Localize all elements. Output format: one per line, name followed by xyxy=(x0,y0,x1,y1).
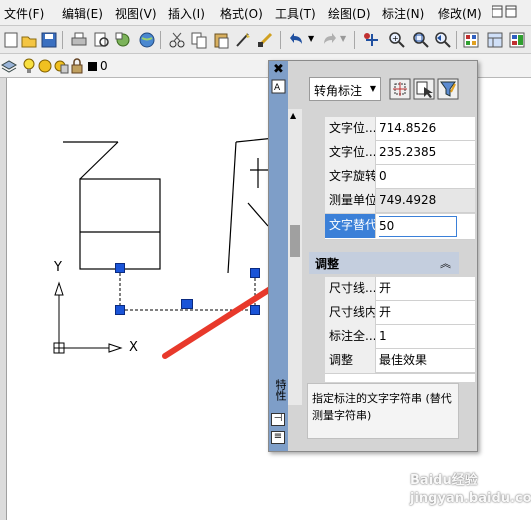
property-description: 指定标注的文字字符串 (替代测量字符串) xyxy=(307,383,459,439)
object-type-select[interactable]: 转角标注 ▼ xyxy=(309,77,381,101)
print-icon[interactable] xyxy=(70,31,88,49)
preview-icon[interactable] xyxy=(92,31,110,49)
palette-menu-icon[interactable]: ≡ xyxy=(271,431,285,444)
prop-row[interactable]: 调整 最佳效果 xyxy=(325,349,475,373)
toggle-pickadd-icon[interactable] xyxy=(389,78,411,100)
menu-draw[interactable]: 绘图(D) xyxy=(328,5,371,22)
quick-select-icon[interactable] xyxy=(437,78,459,100)
save-icon[interactable] xyxy=(40,31,58,49)
cut-icon[interactable] xyxy=(168,31,186,49)
current-layer-name[interactable]: 0 xyxy=(100,59,108,73)
prop-value[interactable]: 1 xyxy=(379,325,473,349)
prop-value[interactable]: 0 xyxy=(379,165,473,189)
left-edge-bar xyxy=(0,78,7,520)
prop-row[interactable]: 文字位... 714.8526 xyxy=(325,117,475,141)
design-center-icon[interactable] xyxy=(486,31,504,49)
properties-icon[interactable] xyxy=(462,31,480,49)
pan-icon[interactable] xyxy=(362,31,380,49)
menu-view[interactable]: 视图(V) xyxy=(115,5,157,22)
prop-row[interactable]: 测量单位 749.4928 xyxy=(325,189,475,213)
globe-icon[interactable] xyxy=(138,31,156,49)
prop-row[interactable]: 尺寸线... 开 xyxy=(325,277,475,301)
section-title: 调整 xyxy=(315,257,340,271)
watermark-text: Baidu经验 jingyan.baidu.com xyxy=(410,473,531,506)
undo-icon[interactable] xyxy=(288,31,306,49)
prop-value-field[interactable]: 50 xyxy=(379,215,473,239)
chevron-down-icon: ▼ xyxy=(369,84,376,93)
prop-value: 749.4928 xyxy=(379,193,437,207)
menu-insert[interactable]: 插入(I) xyxy=(168,5,205,22)
properties-palette: ✖ A 特性 ⊣ ≡ ▲ 转角标注 ▼ 文字位... 714.8526 文字位.… xyxy=(268,60,478,452)
publish-icon[interactable] xyxy=(114,31,132,49)
menu-edit[interactable]: 编辑(E) xyxy=(62,5,103,22)
scroll-up-icon[interactable]: ▲ xyxy=(290,111,296,120)
prop-value[interactable]: 最佳效果 xyxy=(379,349,473,373)
prop-label: 文字旋转 xyxy=(325,165,376,189)
prop-label: 调整 xyxy=(325,349,376,373)
zoom-window-icon[interactable] xyxy=(412,31,430,49)
select-objects-icon[interactable] xyxy=(413,78,435,100)
undo-dropdown-icon[interactable]: ▼ xyxy=(308,34,314,43)
text-override-input[interactable]: 50 xyxy=(379,216,457,237)
grip-handle[interactable] xyxy=(115,305,125,315)
menu-format[interactable]: 格式(O) xyxy=(220,5,263,22)
grip-handle[interactable] xyxy=(250,268,260,278)
paste-icon[interactable] xyxy=(212,31,230,49)
copy-icon[interactable] xyxy=(190,31,208,49)
layer-manager-icon[interactable] xyxy=(0,57,18,75)
prop-value[interactable]: 714.8526 xyxy=(379,117,473,141)
zoom-previous-icon[interactable] xyxy=(434,31,452,49)
prop-row[interactable]: 文字位... 235.2385 xyxy=(325,141,475,165)
zoom-realtime-icon[interactable]: + xyxy=(388,31,406,49)
object-type-value: 转角标注 xyxy=(314,84,363,98)
prop-label: 文字位... xyxy=(325,141,376,165)
prop-row[interactable]: 标注全... 1 xyxy=(325,325,475,349)
prop-label: 尺寸线内 xyxy=(325,301,376,325)
prop-value[interactable]: 开 xyxy=(379,301,473,325)
autohide-icon[interactable]: A xyxy=(271,79,286,94)
palette-title-label: 特性 xyxy=(274,379,287,401)
section-header[interactable]: 调整 ︽ xyxy=(309,252,459,274)
prop-value[interactable]: 235.2385 xyxy=(379,141,473,165)
redo-icon[interactable] xyxy=(320,31,338,49)
menu-dimension[interactable]: 标注(N) xyxy=(382,5,424,22)
watermark: Baidu经验 jingyan.baidu.com xyxy=(410,472,531,516)
prop-label: 文字位... xyxy=(325,117,376,141)
ucs-x-label: X xyxy=(129,340,138,355)
match-properties-icon[interactable] xyxy=(234,31,252,49)
menu-window-partial[interactable] xyxy=(491,5,528,22)
tool-palettes-icon[interactable] xyxy=(508,31,526,49)
block-editor-icon[interactable] xyxy=(256,31,274,49)
new-file-icon[interactable] xyxy=(2,31,20,49)
svg-text:+: + xyxy=(392,34,399,43)
redo-dropdown-icon[interactable]: ▼ xyxy=(340,34,346,43)
menu-tools[interactable]: 工具(T) xyxy=(275,5,316,22)
standard-toolbar: ▼ ▼ + xyxy=(0,26,531,54)
grip-handle[interactable] xyxy=(181,299,193,309)
prop-row-cut xyxy=(325,373,475,382)
panel-toggle-icon[interactable]: ⊣ xyxy=(271,413,285,426)
prop-label: 尺寸线... xyxy=(325,277,376,301)
menu-modify[interactable]: 修改(M) xyxy=(438,5,482,22)
menu-bar: 文件(F) 编辑(E) 视图(V) 插入(I) 格式(O) 工具(T) 绘图(D… xyxy=(0,0,531,26)
prop-label: 文字替代 xyxy=(325,214,376,238)
prop-row[interactable]: 文字旋转 0 xyxy=(325,165,475,189)
palette-scrollbar[interactable]: ▲ xyxy=(288,109,302,405)
scroll-thumb[interactable] xyxy=(290,225,300,257)
grip-handle[interactable] xyxy=(250,305,260,315)
prop-value[interactable]: 开 xyxy=(379,277,473,301)
prop-row-selected[interactable]: 文字替代 50 xyxy=(325,214,475,240)
ucs-y-label: Y xyxy=(54,260,62,275)
grip-handle[interactable] xyxy=(115,263,125,273)
open-folder-icon[interactable] xyxy=(20,31,38,49)
prop-label: 测量单位 xyxy=(325,189,376,213)
palette-title-strip[interactable]: ✖ A 特性 ⊣ ≡ xyxy=(269,61,288,451)
menu-file[interactable]: 文件(F) xyxy=(4,5,44,22)
prop-row[interactable]: 尺寸线内 开 xyxy=(325,301,475,325)
collapse-chevron-icon[interactable]: ︽ xyxy=(440,255,451,271)
close-icon[interactable]: ✖ xyxy=(273,62,284,77)
svg-text:A: A xyxy=(274,83,281,93)
prop-label: 标注全... xyxy=(325,325,376,349)
description-text: 指定标注的文字字符串 (替代测量字符串) xyxy=(312,392,452,422)
